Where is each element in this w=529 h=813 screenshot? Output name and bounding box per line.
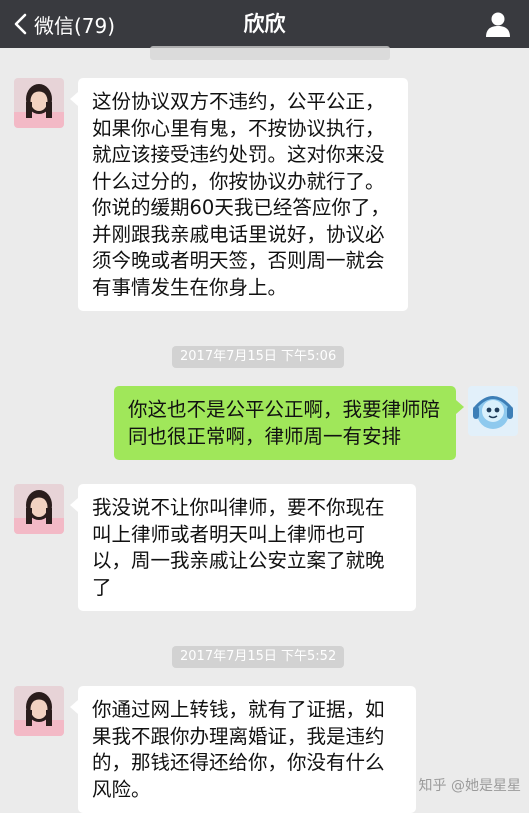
message-bubble-incoming: 我没说不让你叫律师，要不你现在叫上律师或者明天叫上律师也可以，周一我亲戚让公安立… — [70, 484, 416, 611]
partial-timestamp — [150, 46, 390, 60]
message-bubble-outgoing: 你这也不是公平公正啊，我要律师陪同也很正常啊，律师周一有安排 — [114, 386, 464, 460]
cartoon-avatar[interactable] — [468, 386, 518, 436]
watermark: 知乎 @她是星星 — [419, 775, 521, 795]
timestamp: 2017年7月15日 下午5:06 — [172, 346, 345, 368]
girl-avatar[interactable] — [14, 686, 64, 736]
message-bubble-incoming: 你通过网上转钱，就有了证据，如果我不跟你办理离婚证，我是违约的，那钱还得还给你，… — [70, 686, 416, 813]
chat-title: 欣欣 — [243, 12, 286, 36]
message-bubble-incoming: 这份协议双方不违约，公平公正，如果你心里有鬼，不按协议执行，就应该接受违约处罚。… — [70, 78, 408, 311]
girl-avatar[interactable] — [14, 484, 64, 534]
watermark-text: 知乎 @她是星星 — [418, 778, 521, 794]
nav-bar: 微信(79) 欣欣 — [0, 0, 529, 48]
timestamp: 2017年7月15日 下午5:52 — [172, 646, 345, 668]
person-icon[interactable] — [483, 9, 513, 39]
girl-avatar[interactable] — [14, 78, 64, 128]
